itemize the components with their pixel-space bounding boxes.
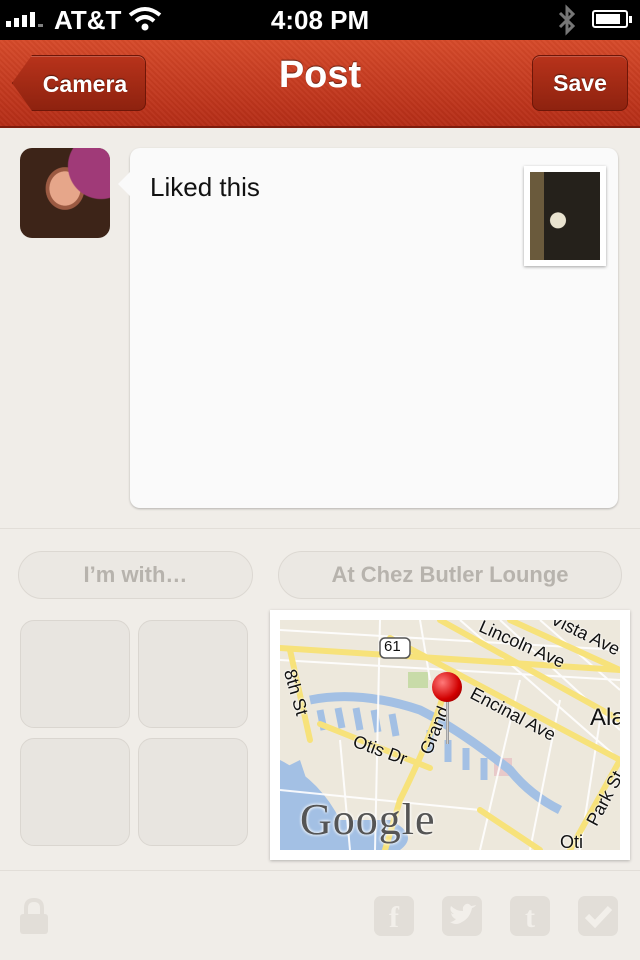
im-with-button[interactable]: I’m with… (18, 551, 253, 599)
divider (0, 528, 640, 529)
map-pin-stem (446, 700, 449, 744)
divider (0, 870, 640, 871)
nav-bar: Camera Post Save (0, 40, 640, 128)
friend-slot[interactable] (138, 620, 248, 728)
status-bar: AT&T 4:08 PM (0, 0, 640, 40)
battery-icon (592, 10, 632, 28)
map-pin-icon (432, 672, 462, 702)
foursquare-icon[interactable] (578, 896, 618, 936)
twitter-icon[interactable] (442, 896, 482, 936)
post-text[interactable]: Liked this (150, 172, 260, 203)
friend-slot[interactable] (20, 620, 130, 728)
map-preview[interactable]: 61 Lincoln Ave Vista Ave Encinal Ave Ala… (270, 610, 630, 860)
map-label-ala: Ala (590, 704, 620, 731)
location-button[interactable]: At Chez Butler Lounge (278, 551, 622, 599)
lock-icon[interactable] (18, 896, 50, 936)
map[interactable]: 61 Lincoln Ave Vista Ave Encinal Ave Ala… (280, 620, 620, 850)
tumblr-icon[interactable]: t (510, 896, 550, 936)
facebook-icon[interactable]: f (374, 896, 414, 936)
map-label-route: 61 (384, 638, 401, 655)
google-logo: Google (300, 795, 436, 844)
friend-slot[interactable] (138, 738, 248, 846)
friend-slot[interactable] (20, 738, 130, 846)
avatar (20, 148, 110, 238)
save-button[interactable]: Save (532, 55, 628, 111)
photo-thumbnail[interactable] (524, 166, 606, 266)
post-composer[interactable]: Liked this (118, 148, 618, 508)
map-label-oti: Oti (560, 832, 584, 850)
clock: 4:08 PM (270, 5, 370, 35)
bluetooth-icon (558, 4, 576, 36)
